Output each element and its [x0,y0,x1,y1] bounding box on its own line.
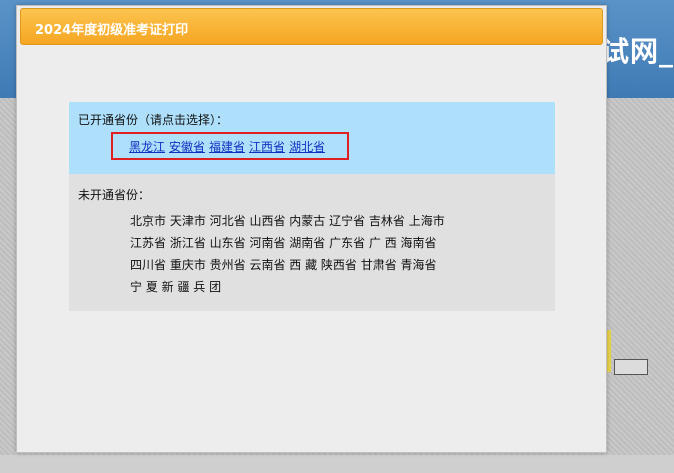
background-bottom-bar [0,455,674,473]
closed-provinces-line: 北京市 天津市 河北省 山西省 内蒙古 辽宁省 吉林省 上海市 [130,214,445,228]
open-provinces-label: 已开通省份（请点击选择）： [78,113,229,127]
province-link-hubei[interactable]: 湖北省 [289,138,325,155]
open-provinces-highlight-box: 黑龙江 安徽省 福建省 江西省 湖北省 [111,132,349,160]
closed-provinces-label: 未开通省份： [78,188,151,202]
admission-ticket-dialog: 2024年度初级准考证打印 已开通省份（请点击选择）： 黑龙江 安徽省 福建省 … [16,5,607,453]
background-header-text: 试网_ [600,35,674,68]
closed-provinces-line: 四川省 重庆市 贵州省 云南省 西 藏 陕西省 甘肃省 青海省 [130,258,437,272]
dialog-title: 2024年度初级准考证打印 [35,23,189,38]
closed-provinces-line: 宁 夏 新 疆 兵 团 [130,280,222,294]
closed-provinces-panel: 未开通省份： 北京市 天津市 河北省 山西省 内蒙古 辽宁省 吉林省 上海市 江… [69,174,555,311]
province-link-heilongjiang[interactable]: 黑龙江 [129,138,165,155]
closed-provinces-line: 江苏省 浙江省 山东省 河南省 湖南省 广东省 广 西 海南省 [130,236,437,250]
closed-provinces-list: 北京市 天津市 河北省 山西省 内蒙古 辽宁省 吉林省 上海市 江苏省 浙江省 … [130,210,445,298]
dialog-title-bar: 2024年度初级准考证打印 [20,8,603,45]
background-small-box [614,359,648,375]
province-link-fujian[interactable]: 福建省 [209,138,245,155]
province-link-jiangxi[interactable]: 江西省 [249,138,285,155]
province-link-anhui[interactable]: 安徽省 [169,138,205,155]
open-provinces-panel: 已开通省份（请点击选择）： 黑龙江 安徽省 福建省 江西省 湖北省 [69,102,555,174]
